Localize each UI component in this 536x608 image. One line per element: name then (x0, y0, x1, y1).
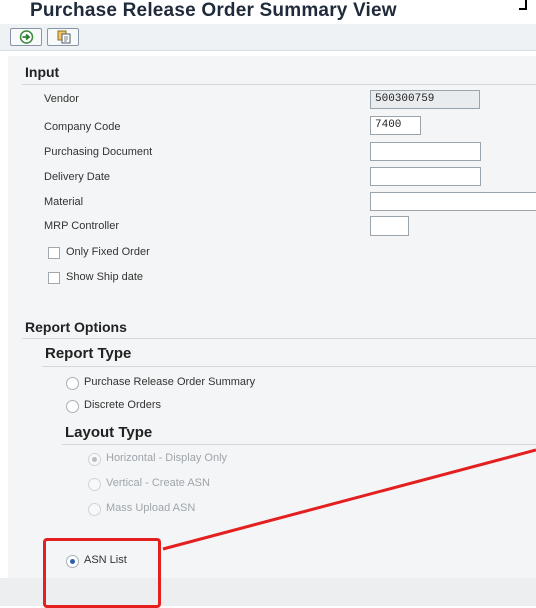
annotation-arrow-layer (162, 448, 536, 551)
annotation-arrow-line (162, 448, 536, 551)
